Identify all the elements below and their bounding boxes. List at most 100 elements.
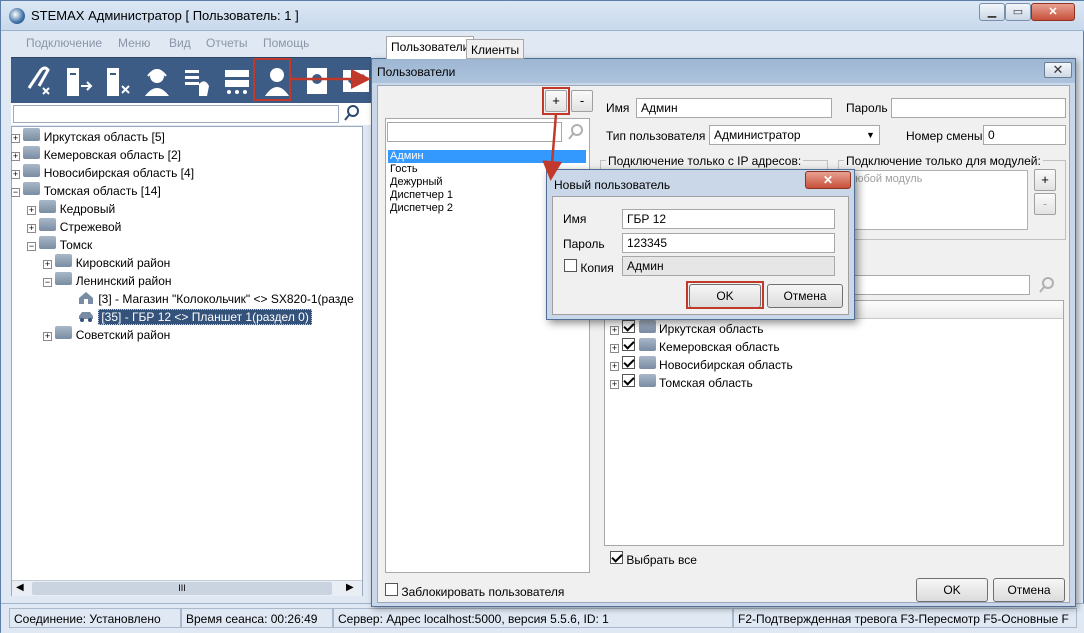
- tree-item[interactable]: + Иркутская область [5]: [11, 128, 165, 146]
- folder-icon: [638, 356, 656, 369]
- menu-view[interactable]: Вид: [169, 36, 191, 50]
- password-field[interactable]: [891, 98, 1066, 118]
- users-ok-button[interactable]: OK: [916, 578, 988, 602]
- region-checkbox[interactable]: [622, 356, 636, 369]
- expand-icon[interactable]: +: [610, 380, 619, 389]
- copy-checkbox[interactable]: [564, 259, 577, 272]
- region-checkbox[interactable]: [622, 374, 636, 387]
- maximize-button[interactable]: ▭: [1005, 3, 1031, 21]
- remove-object-icon[interactable]: [99, 62, 135, 100]
- modules-placeholder: Любой модуль: [848, 173, 923, 185]
- tree-item[interactable]: + Кемеровская область [2]: [11, 146, 181, 164]
- server-icon[interactable]: [219, 62, 255, 100]
- block-user-row[interactable]: Заблокировать пользователя: [385, 583, 564, 599]
- menu-menu[interactable]: Меню: [118, 36, 150, 50]
- link-icon[interactable]: [19, 62, 55, 100]
- name-label: Имя: [606, 101, 630, 115]
- region-item[interactable]: + Томская область: [610, 374, 753, 392]
- add-user-highlight: [542, 87, 570, 115]
- tree-item[interactable]: + Стрежевой: [27, 218, 121, 236]
- name-field[interactable]: Админ: [636, 98, 832, 118]
- users-search-input[interactable]: [387, 122, 562, 142]
- module-icon[interactable]: [179, 62, 215, 100]
- scroll-left-arrow-icon[interactable]: ◀: [16, 582, 24, 593]
- search-icon[interactable]: [567, 123, 585, 141]
- menu-reports[interactable]: Отчеты: [206, 36, 247, 50]
- confirm-icon[interactable]: [339, 62, 375, 100]
- close-button[interactable]: ✕: [1031, 3, 1075, 21]
- menu-connection[interactable]: Подключение: [26, 36, 102, 50]
- region-checkbox[interactable]: [622, 320, 636, 333]
- chevron-down-icon[interactable]: ▼: [863, 127, 878, 143]
- reports-icon[interactable]: [299, 62, 335, 100]
- shift-field[interactable]: 0: [983, 125, 1066, 145]
- tree-item[interactable]: − Томская область [14]: [11, 182, 161, 200]
- tree-item-label: Кедровый: [59, 202, 116, 216]
- region-checkbox[interactable]: [622, 338, 636, 351]
- tree-item[interactable]: + Кировский район: [43, 254, 170, 272]
- new-user-password-field[interactable]: 123345: [622, 233, 835, 253]
- house-icon: [79, 292, 93, 304]
- expand-icon[interactable]: +: [610, 326, 619, 335]
- copy-source-field[interactable]: Админ: [622, 256, 835, 276]
- search-icon[interactable]: [1038, 276, 1056, 294]
- users-dialog-close-button[interactable]: ✕: [1044, 62, 1072, 78]
- remove-module-button[interactable]: -: [1034, 193, 1056, 215]
- window-title: STEMAX Администратор [ Пользователь: 1 ]: [31, 8, 299, 23]
- select-all-row[interactable]: Выбрать все: [610, 551, 697, 567]
- expand-icon[interactable]: +: [27, 206, 36, 215]
- tree-item[interactable]: + Кедровый: [27, 200, 115, 218]
- remove-user-button[interactable]: -: [571, 90, 593, 112]
- tab-users[interactable]: Пользователи: [386, 36, 475, 59]
- user-list-item-selected[interactable]: Админ: [388, 150, 586, 163]
- disconnect-icon[interactable]: [59, 62, 95, 100]
- expand-icon[interactable]: +: [610, 362, 619, 371]
- region-item[interactable]: + Новосибирская область: [610, 356, 793, 374]
- tree-splitter[interactable]: [363, 126, 371, 596]
- scroll-right-arrow-icon[interactable]: ▶: [346, 582, 354, 593]
- tree-item-label: Советский район: [75, 328, 171, 342]
- tree-item[interactable]: + Новосибирская область [4]: [11, 164, 194, 182]
- ok-button-highlight: [686, 281, 764, 309]
- block-user-checkbox[interactable]: [385, 583, 398, 596]
- new-user-name-field[interactable]: ГБР 12: [622, 209, 835, 229]
- tree-item[interactable]: + Советский район: [43, 326, 170, 344]
- users-cancel-button[interactable]: Отмена: [993, 578, 1065, 602]
- status-hotkeys: F2-Подтвержденная тревога F3-Пересмотр F…: [733, 608, 1077, 628]
- minimize-button[interactable]: ▁: [979, 3, 1005, 21]
- region-item[interactable]: + Кемеровская область: [610, 338, 780, 356]
- regions-search-input[interactable]: [848, 275, 1030, 295]
- new-user-close-button[interactable]: ✕: [805, 171, 851, 189]
- folder-icon: [55, 272, 73, 285]
- tree-search-input[interactable]: [13, 105, 339, 123]
- expand-icon[interactable]: +: [11, 134, 20, 143]
- tab-clients[interactable]: Клиенты: [466, 39, 525, 59]
- collapse-icon[interactable]: −: [43, 278, 52, 287]
- add-module-button[interactable]: +: [1034, 169, 1056, 191]
- new-user-cancel-button[interactable]: Отмена: [767, 284, 843, 308]
- select-all-checkbox[interactable]: [610, 551, 623, 564]
- expand-icon[interactable]: +: [27, 224, 36, 233]
- operator-icon[interactable]: [139, 62, 175, 100]
- tree-item-selected[interactable]: [35] - ГБР 12 <> Планшет 1(раздел 0): [77, 308, 312, 326]
- region-item[interactable]: + Иркутская область: [610, 320, 764, 338]
- expand-icon[interactable]: +: [11, 170, 20, 179]
- expand-icon[interactable]: +: [43, 260, 52, 269]
- tree-item[interactable]: − Ленинский район: [43, 272, 172, 290]
- menu-help[interactable]: Помощь: [263, 36, 309, 50]
- copy-row[interactable]: Копия: [564, 259, 614, 275]
- tree-item[interactable]: [3] - Магазин "Колокольчик" <> SX820-1(р…: [77, 290, 363, 308]
- tree-item-label: Томская область [14]: [43, 184, 161, 198]
- scroll-thumb[interactable]: III: [32, 582, 332, 595]
- search-icon[interactable]: [343, 104, 361, 122]
- collapse-icon[interactable]: −: [11, 188, 20, 197]
- user-type-select[interactable]: Администратор: [709, 125, 880, 145]
- horizontal-scrollbar[interactable]: ◀ III ▶: [12, 580, 362, 596]
- collapse-icon[interactable]: −: [27, 242, 36, 251]
- tree-item[interactable]: − Томск: [27, 236, 92, 254]
- car-icon: [79, 312, 93, 322]
- expand-icon[interactable]: +: [43, 332, 52, 341]
- expand-icon[interactable]: +: [11, 152, 20, 161]
- expand-icon[interactable]: +: [610, 344, 619, 353]
- region-label: Кемеровская область: [659, 340, 780, 354]
